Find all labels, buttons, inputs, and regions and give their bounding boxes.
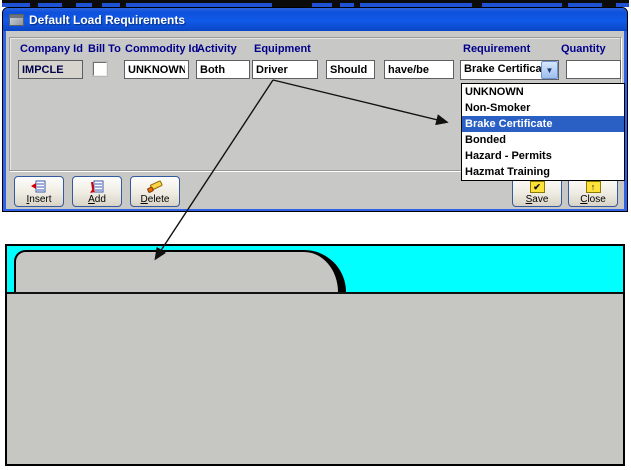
equipment-field[interactable] (252, 60, 318, 79)
activity-label: Activity (197, 43, 237, 55)
requirement-label: Requirement (463, 43, 530, 55)
table-insert-icon (31, 180, 47, 194)
delete-button[interactable]: Delete (130, 176, 180, 207)
company-id-label: Company Id (20, 43, 83, 55)
requirement-combobox[interactable]: Brake Certifica ▼ (460, 60, 559, 80)
dropdown-option[interactable]: Non-Smoker (462, 100, 624, 116)
chevron-down-icon[interactable]: ▼ (541, 61, 558, 79)
insert-button[interactable]: Insert (14, 176, 64, 207)
field-codes-body (7, 292, 623, 464)
commodity-id-field[interactable] (124, 60, 189, 79)
table-add-icon (89, 180, 105, 194)
dropdown-option[interactable]: Brake Certificate (462, 116, 624, 132)
requirement-combobox-value: Brake Certifica (461, 61, 541, 79)
dropdown-option[interactable]: Hazmat Training (462, 164, 624, 180)
add-button[interactable]: Add (72, 176, 122, 207)
eraser-icon (147, 180, 163, 194)
commodity-id-label: Commodity Id (125, 43, 198, 55)
bill-to-checkbox[interactable] (93, 62, 107, 76)
requirement-verb-field[interactable] (384, 60, 454, 79)
dropdown-option[interactable]: Bonded (462, 132, 624, 148)
quantity-field[interactable] (566, 60, 621, 79)
requirement-modal-field[interactable] (326, 60, 375, 79)
dropdown-option[interactable]: UNKNOWN (462, 84, 624, 100)
window-titlebar[interactable]: Default Load Requirements (3, 8, 627, 31)
activity-field[interactable] (196, 60, 250, 79)
app-icon (9, 14, 24, 26)
bill-to-label: Bill To (88, 43, 121, 55)
field-name-tab (14, 250, 346, 292)
quantity-label: Quantity (561, 43, 606, 55)
dropdown-option[interactable]: Hazard - Permits (462, 148, 624, 164)
check-icon: ✔ (530, 181, 545, 193)
window-title: Default Load Requirements (29, 13, 185, 27)
company-id-field[interactable] (18, 60, 83, 79)
equipment-label: Equipment (254, 43, 311, 55)
background-window-edge (2, 0, 629, 7)
up-arrow-icon: ↑ (586, 181, 601, 193)
requirement-dropdown-list[interactable]: UNKNOWN Non-Smoker Brake Certificate Bon… (461, 83, 625, 181)
